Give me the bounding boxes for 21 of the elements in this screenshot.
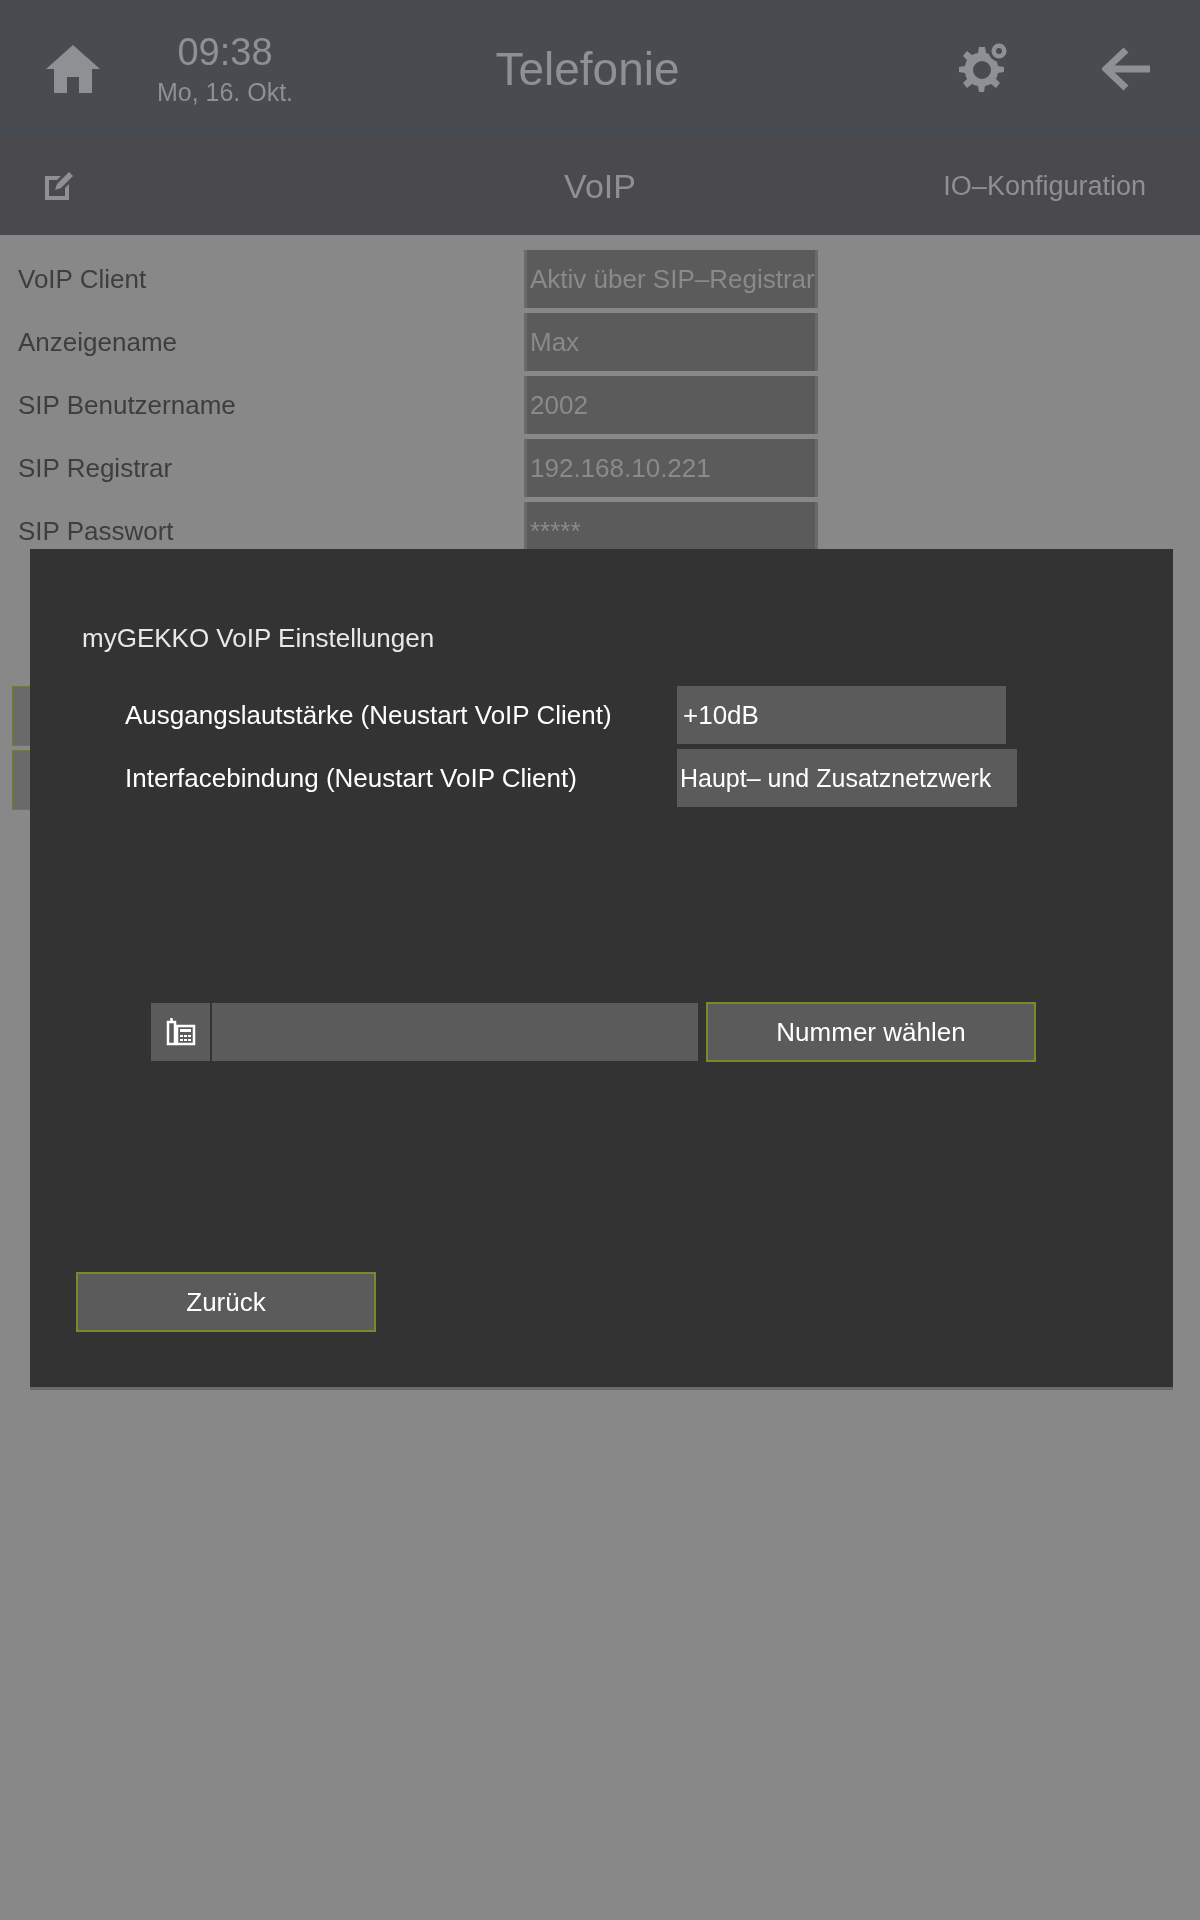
- dial-number-button[interactable]: Nummer wählen: [706, 1002, 1036, 1062]
- setting-label: SIP Passwort: [17, 515, 175, 547]
- clock-time: 09:38: [177, 30, 273, 74]
- io-config-link[interactable]: IO–Konfiguration: [943, 170, 1146, 202]
- dialog-setting-label: Ausgangslautstärke (Neustart VoIP Client): [125, 699, 613, 731]
- dialog-title: myGEKKO VoIP Einstellungen: [82, 623, 435, 654]
- clock-date: Mo, 16. Okt.: [156, 77, 294, 107]
- phone-number-field[interactable]: [212, 1003, 698, 1061]
- setting-label: VoIP Client: [17, 263, 148, 295]
- edit-icon[interactable]: [43, 170, 75, 202]
- setting-label: SIP Registrar: [17, 452, 174, 484]
- dialog-setting-label: Interfacebindung (Neustart VoIP Client): [125, 762, 578, 794]
- setting-label: Anzeigename: [17, 326, 178, 358]
- back-button[interactable]: Zurück: [76, 1272, 376, 1332]
- dialog-setting-field[interactable]: Haupt– und Zusatznetzwerk: [677, 749, 1017, 807]
- section-title: VoIP: [564, 166, 636, 206]
- setting-label: SIP Benutzername: [17, 389, 237, 421]
- phone-button[interactable]: [151, 1003, 210, 1061]
- dialog-setting-field[interactable]: +10dB: [677, 686, 1006, 744]
- page-title: Telefonie: [494, 41, 681, 96]
- desk-phone-icon: [164, 1016, 197, 1048]
